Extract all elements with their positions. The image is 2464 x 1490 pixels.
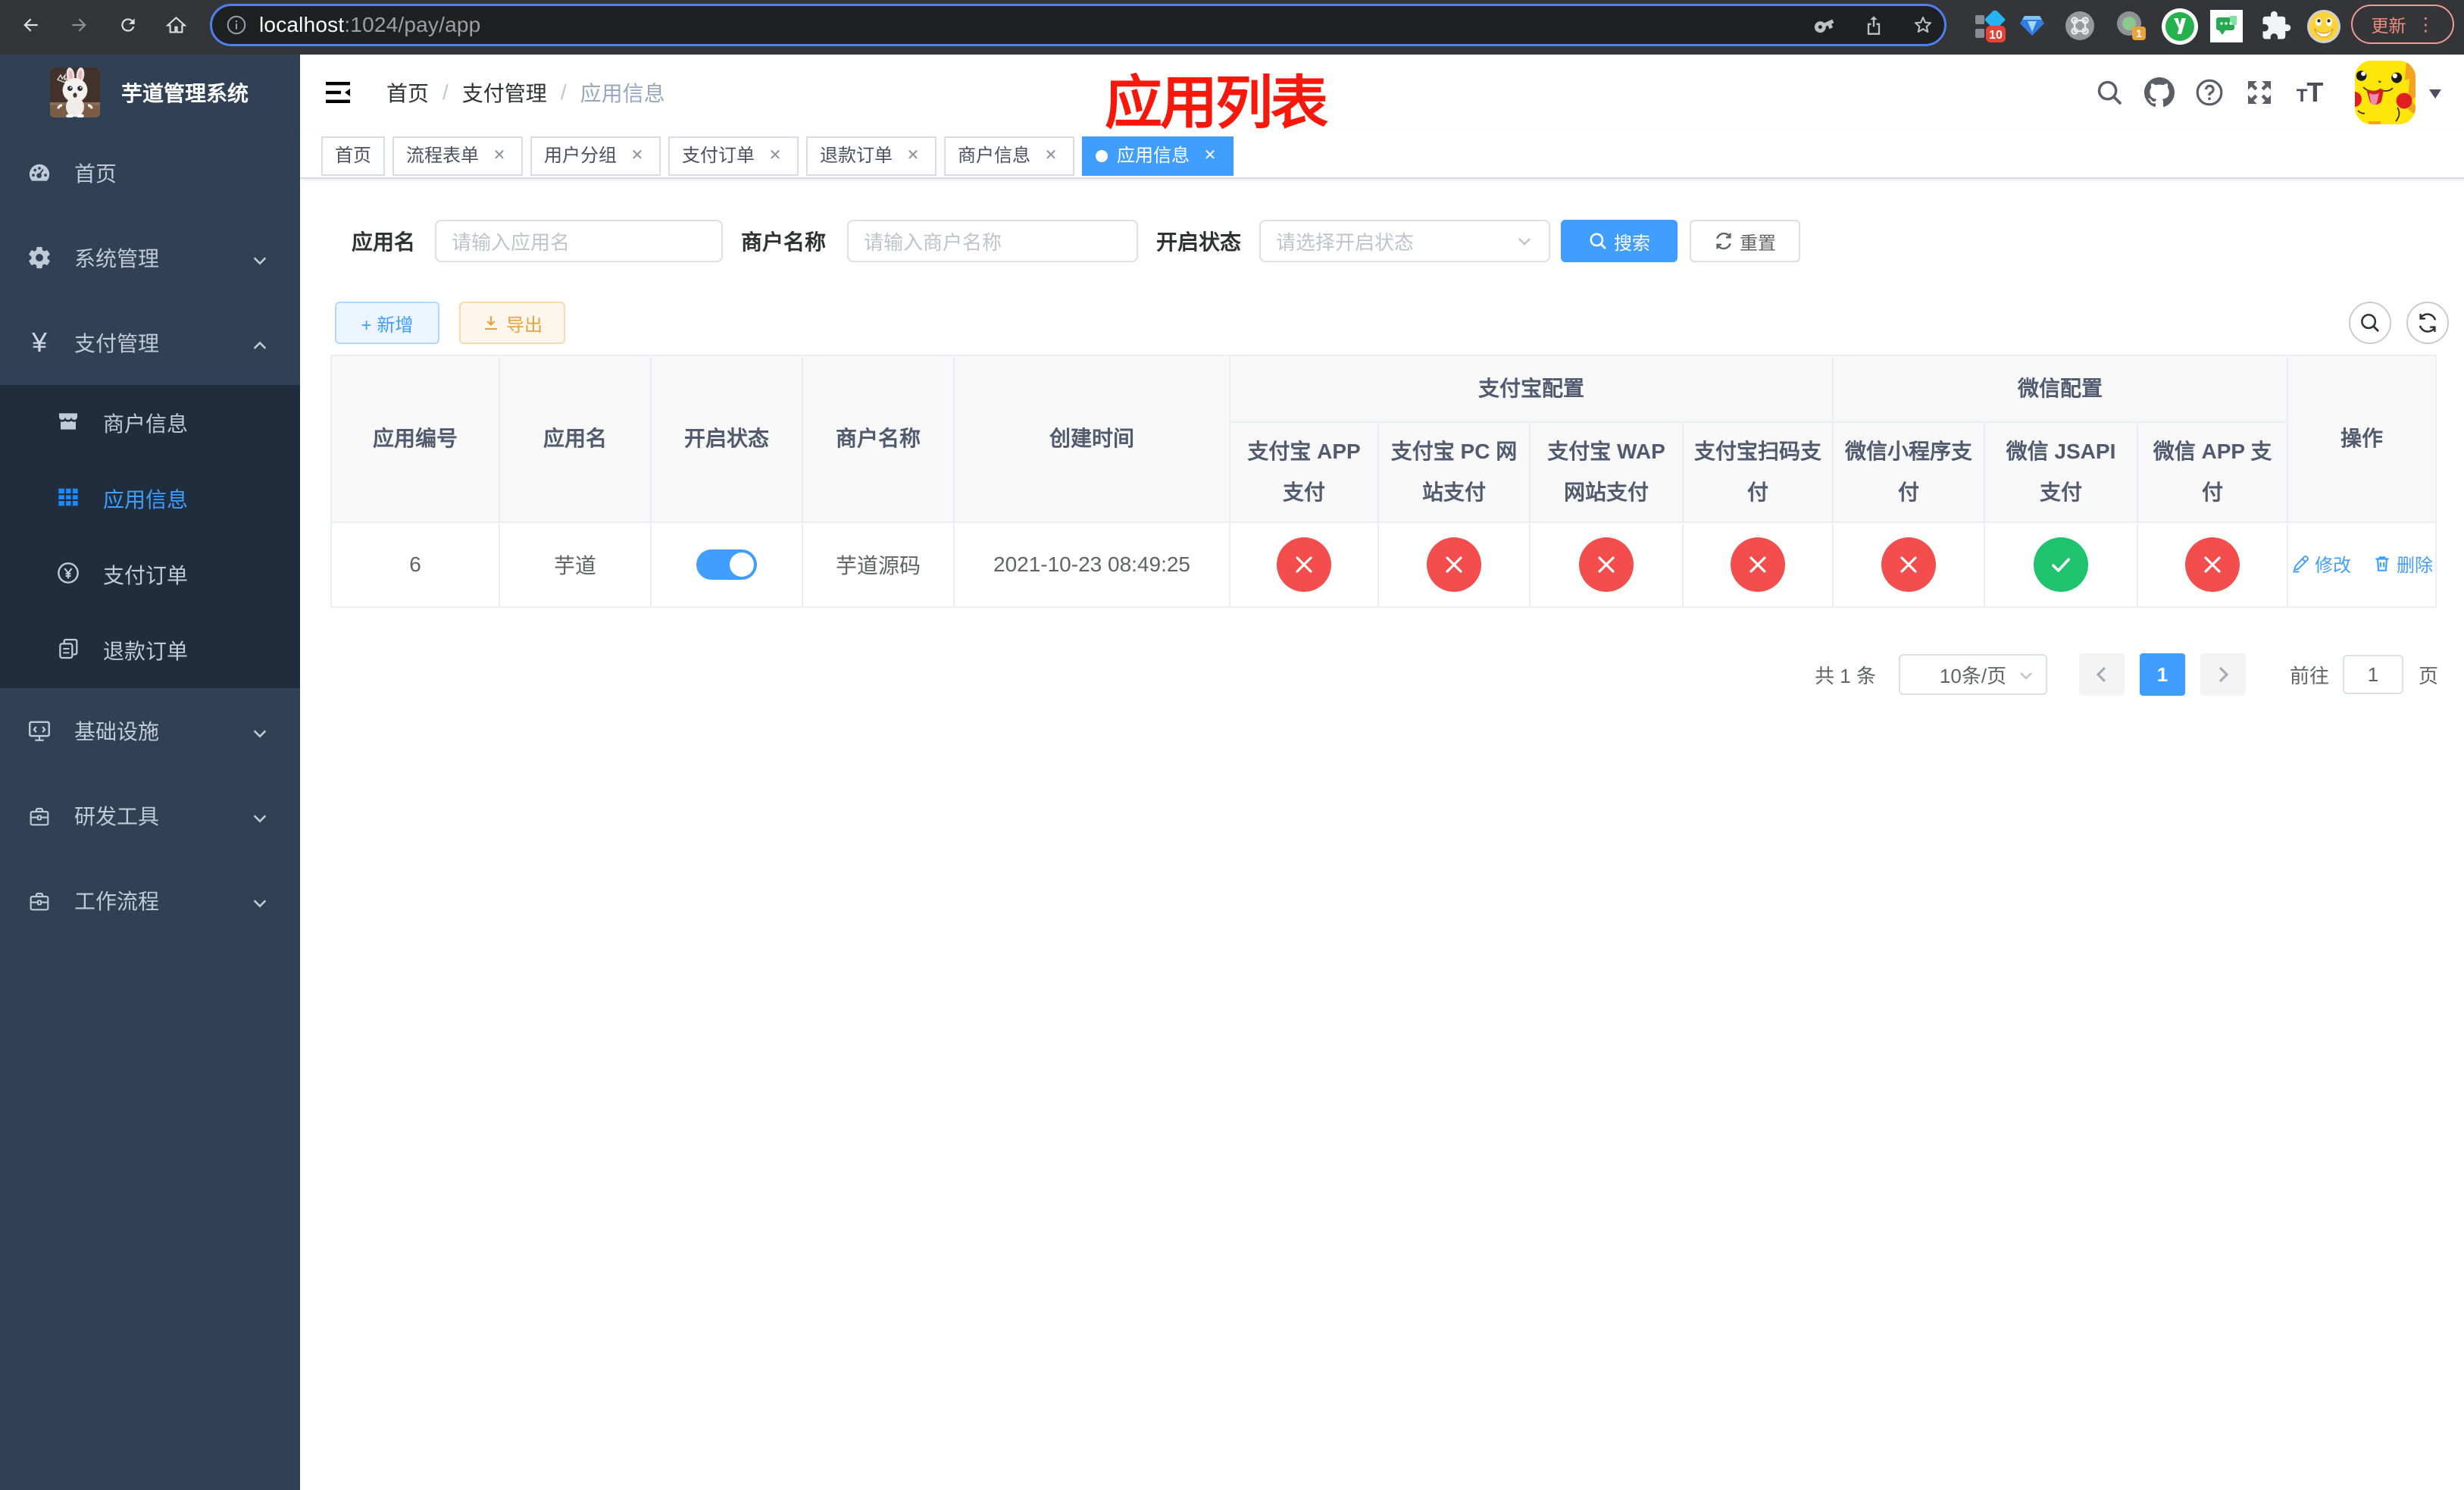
svg-text:1: 1 <box>2136 27 2142 39</box>
svg-text:10: 10 <box>1989 29 2003 42</box>
